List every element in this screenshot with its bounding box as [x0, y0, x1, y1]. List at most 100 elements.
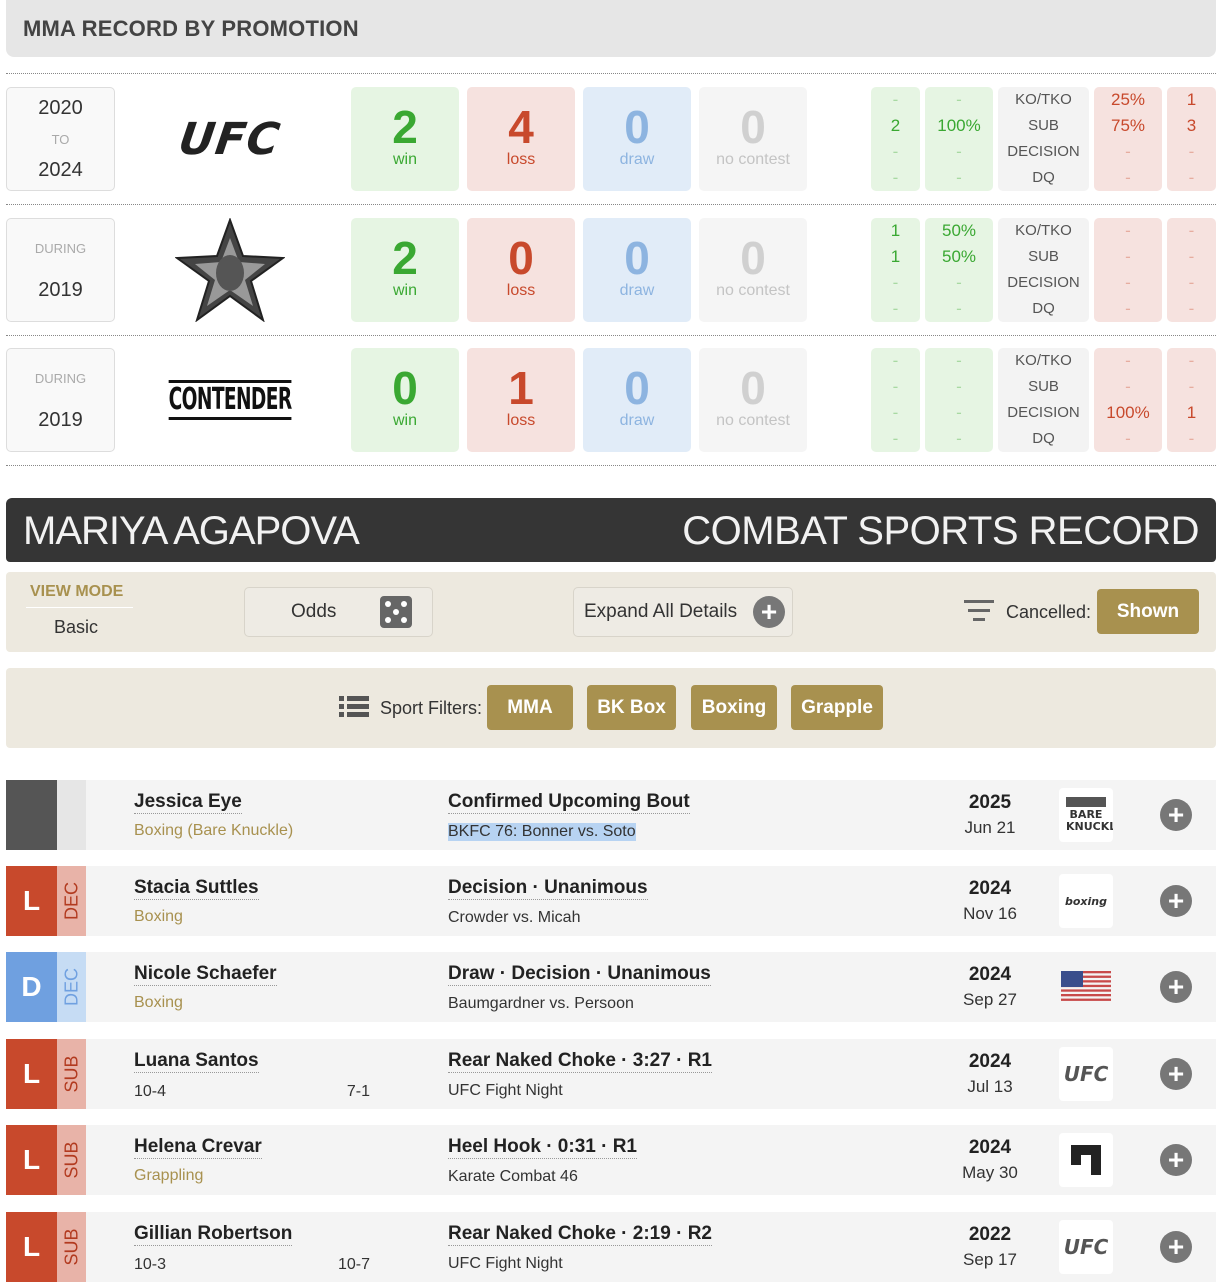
fight-row[interactable]: L SUB Luana Santos 10-4 7-1 Rear Naked Choke …	[6, 1039, 1216, 1109]
loss-method-pct-cell: -	[1125, 247, 1131, 266]
sport-label: Boxing (Bare Knuckle)	[134, 822, 294, 839]
expand-fight-icon[interactable]: +	[1160, 799, 1192, 831]
expand-fight-icon[interactable]: +	[1160, 971, 1192, 1003]
win-method-count-cell: -	[892, 377, 899, 396]
event-name[interactable]: Baumgardner vs. Persoon	[448, 995, 634, 1013]
method-label-cell: DQ	[1032, 430, 1055, 447]
plus-icon: +	[753, 596, 785, 628]
divider	[6, 465, 1216, 466]
fight-row[interactable]: L SUB Gillian Robertson 10-3 10-7 Rear Naked …	[6, 1212, 1216, 1282]
expand-fight-icon[interactable]: +	[1160, 1144, 1192, 1176]
outcome-link[interactable]: Rear Naked Choke · 2:19 · R2	[448, 1223, 712, 1246]
method-badge: DEC	[57, 952, 86, 1022]
opponent-record-before: 10-3	[134, 1256, 167, 1273]
win-method-count-cell: 2	[890, 116, 901, 135]
year-start: 2020	[38, 97, 83, 119]
opponent-link[interactable]: Gillian Robertson	[134, 1223, 293, 1246]
fight-date: Sep 17	[963, 1250, 1017, 1269]
opponent-link[interactable]: Jessica Eye	[134, 791, 242, 814]
outcome-link[interactable]: Rear Naked Choke · 3:27 · R1	[448, 1050, 712, 1073]
divider	[26, 607, 133, 608]
loss-label: loss	[506, 282, 536, 299]
filter-bk-box-button[interactable]: BK Box	[587, 685, 676, 730]
outcome-link[interactable]: Heel Hook · 0:31 · R1	[448, 1136, 637, 1159]
loss-method-count-cell: -	[1188, 273, 1195, 292]
win-method-count-cell: -	[892, 273, 899, 292]
method-label: DEC	[61, 881, 81, 921]
event-name[interactable]: UFC Fight Night	[448, 1255, 563, 1273]
karate-combat-logo	[1059, 1133, 1113, 1187]
opponent-link[interactable]: Stacia Suttles	[134, 877, 259, 900]
promo-row: DURING 2019 CONTENDER 0 win 1 loss 0 draw 0 no con…	[0, 348, 1220, 452]
fight-row[interactable]: Jessica Eye Boxing (Bare Knuckle) Confirme…	[6, 780, 1216, 850]
no-contest-count: 0	[740, 362, 766, 414]
win-method-count-cell: -	[892, 351, 899, 370]
dice-icon	[380, 596, 412, 628]
no-contest-label: no contest	[716, 282, 790, 299]
event-name[interactable]: Crowder vs. Micah	[448, 909, 580, 927]
no-contest-count: 0	[740, 101, 766, 153]
method-badge	[57, 780, 86, 850]
event-name[interactable]: UFC Fight Night	[448, 1082, 563, 1100]
odds-button[interactable]: Odds	[244, 587, 433, 637]
opponent-link[interactable]: Luana Santos	[134, 1050, 259, 1073]
loss-method-pct-cell: -	[1125, 168, 1131, 187]
view-mode-value[interactable]: Basic	[54, 617, 98, 638]
draw-box: 0 draw	[583, 218, 691, 322]
sport-label: Boxing	[134, 908, 183, 925]
expand-fight-icon[interactable]: +	[1160, 1231, 1192, 1263]
win-method-pct-cell: -	[956, 142, 962, 161]
fight-row[interactable]: L DEC Stacia Suttles Boxing Decision · Unani…	[6, 866, 1216, 936]
method-label: SUB	[61, 1055, 81, 1093]
fight-year: 2024	[968, 1051, 1012, 1072]
opponent-record-before: 10-4	[134, 1083, 167, 1100]
result-badge: D	[6, 952, 57, 1022]
filter-boxing-button[interactable]: Boxing	[691, 685, 777, 730]
fight-row[interactable]: L SUB Helena Crevar Grappling Heel Hook · 0:…	[6, 1125, 1216, 1195]
outcome-link[interactable]: Decision · Unanimous	[448, 877, 648, 900]
boxing-logo-text: boxing	[1064, 894, 1107, 908]
win-method-pcts: - 100% - -	[925, 87, 993, 191]
result-badge: L	[6, 1125, 57, 1195]
fighter-name: MARIYA AGAPOVA	[23, 509, 360, 553]
win-method-count-cell: 1	[890, 221, 901, 240]
loss-label: loss	[506, 412, 536, 429]
expand-fight-icon[interactable]: +	[1160, 885, 1192, 917]
bkfc-logo-text: BARE KNUCKLE	[1066, 797, 1113, 833]
loss-method-pcts: 25% 75% - -	[1094, 87, 1162, 191]
fight-row[interactable]: D DEC Nicole Schaefer Boxing Draw · Decision…	[6, 952, 1216, 1022]
loss-method-count-cell: -	[1188, 142, 1195, 161]
draw-box: 0 draw	[583, 87, 691, 191]
cancelled-shown-button[interactable]: Shown	[1097, 589, 1199, 634]
event-name[interactable]: Karate Combat 46	[448, 1168, 578, 1186]
result-badge: L	[6, 1039, 57, 1109]
year-box: DURING 2019	[6, 348, 115, 452]
win-method-pct-cell: 50%	[941, 221, 977, 240]
divider	[6, 335, 1216, 336]
win-label: win	[392, 412, 417, 429]
filter-mma-button[interactable]: MMA	[487, 685, 573, 730]
opponent-link[interactable]: Helena Crevar	[134, 1136, 262, 1159]
record-header: MARIYA AGAPOVA COMBAT SPORTS RECORD	[6, 498, 1216, 562]
win-method-count-cell: -	[892, 429, 899, 448]
outcome-link[interactable]: Confirmed Upcoming Bout	[448, 791, 690, 814]
win-method-pct-cell: -	[956, 273, 962, 292]
opponent-link[interactable]: Nicole Schaefer	[134, 963, 277, 986]
win-method-pct-cell: -	[956, 168, 962, 187]
outcome-link[interactable]: Draw · Decision · Unanimous	[448, 963, 711, 986]
year-to: TO	[51, 132, 70, 147]
win-label: win	[392, 151, 417, 168]
fight-date: May 30	[962, 1163, 1018, 1182]
win-method-count-cell: -	[892, 142, 899, 161]
method-badge: SUB	[57, 1125, 86, 1195]
expand-all-button[interactable]: Expand All Details +	[573, 587, 793, 637]
win-method-pct-cell: -	[956, 429, 962, 448]
event-name[interactable]: BKFC 76: Bonner vs. Soto	[448, 823, 636, 841]
win-count: 0	[392, 362, 418, 414]
filter-grapple-button[interactable]: Grapple	[791, 685, 883, 730]
win-method-pct-cell: -	[956, 403, 962, 422]
win-method-pct-cell: -	[956, 90, 962, 109]
star-eagle-logo	[160, 218, 300, 322]
expand-fight-icon[interactable]: +	[1160, 1058, 1192, 1090]
method-label: SUB	[61, 1141, 81, 1179]
